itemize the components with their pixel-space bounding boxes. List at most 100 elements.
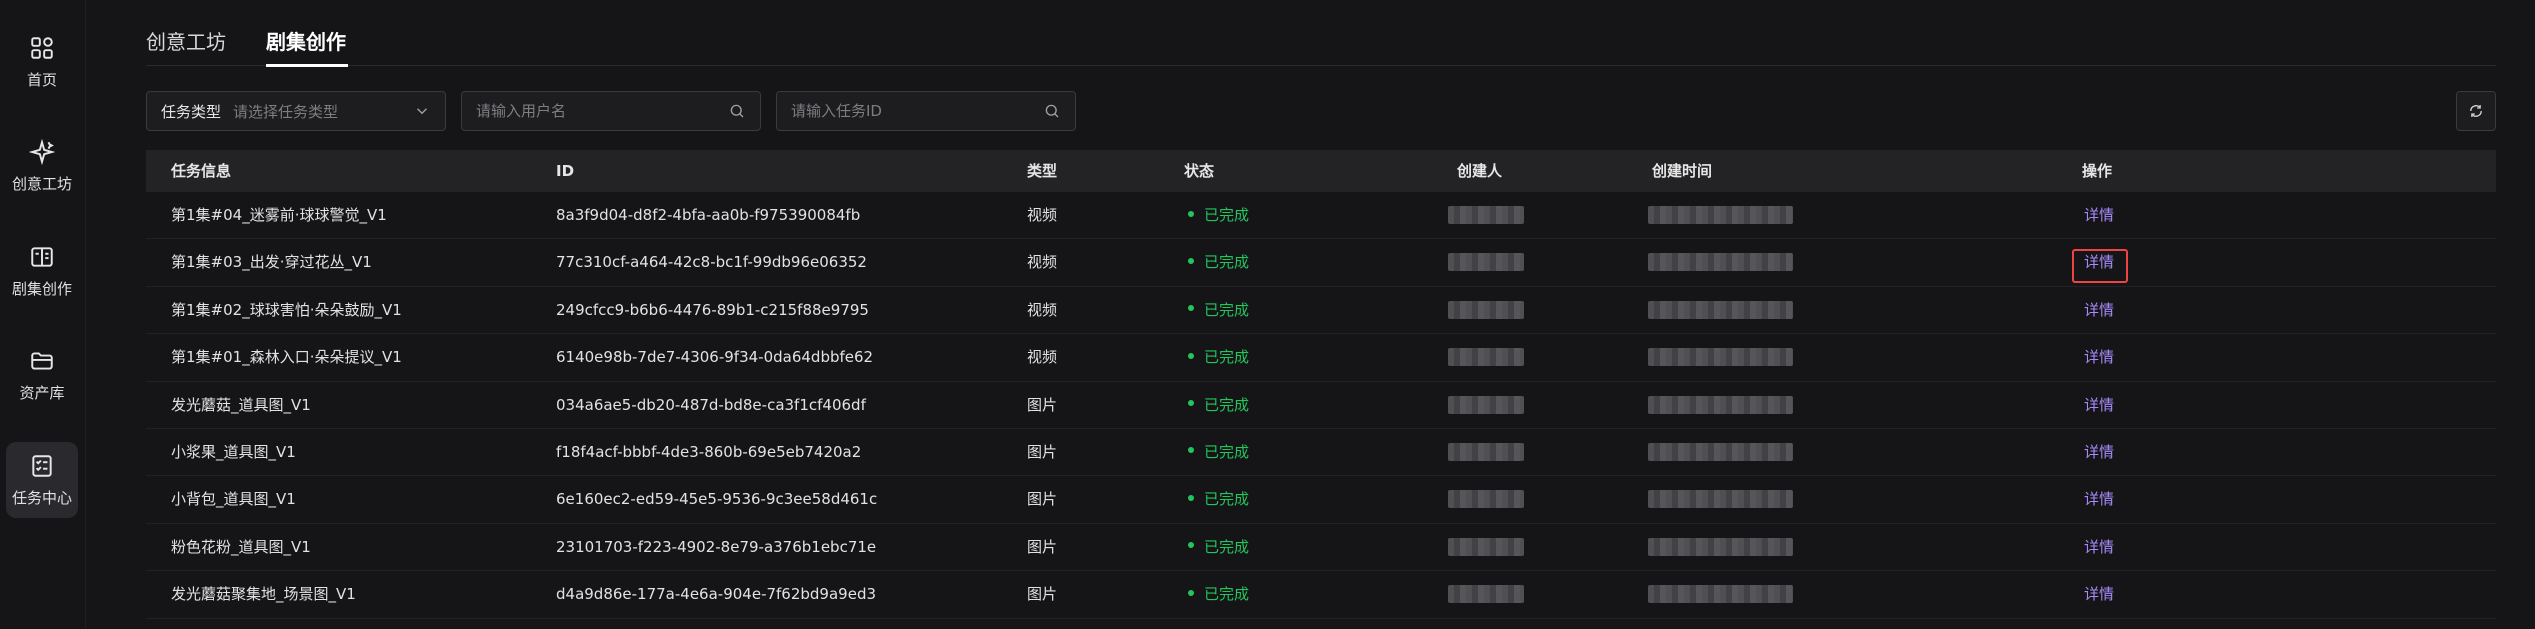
username-input[interactable] [476, 102, 728, 120]
status-text: 已完成 [1204, 253, 1250, 272]
status-text: 已完成 [1204, 206, 1250, 224]
column-header-status: 状态 [1184, 162, 1215, 180]
task-id: 23101703-f223-4902-8e79-a376b1ebc71e [556, 537, 877, 556]
creator-redacted [1448, 348, 1524, 367]
status-badge: 已完成 [1188, 476, 1249, 523]
created-time-redacted [1648, 585, 1793, 604]
creator-redacted [1448, 206, 1524, 224]
detail-link[interactable]: 详情 [2084, 476, 2114, 523]
creator-redacted [1448, 300, 1524, 319]
table-row: 粉色花粉_道具图_V1 23101703-f223-4902-8e79-a376… [146, 524, 2496, 572]
task-name: 第1集#03_出发·穿过花丛_V1 [171, 253, 372, 272]
task-name: 第1集#02_球球害怕·朵朵鼓励_V1 [171, 300, 402, 319]
status-badge: 已完成 [1188, 571, 1249, 618]
status-text: 已完成 [1204, 490, 1250, 509]
status-text: 已完成 [1204, 585, 1250, 604]
active-tab-indicator [266, 64, 348, 67]
detail-link[interactable]: 详情 [2084, 287, 2114, 334]
status-dot [1188, 210, 1194, 217]
task-type: 视频 [1027, 348, 1058, 367]
creator-redacted [1448, 490, 1524, 509]
tab-bar: 创意工坊 剧集创作 [146, 0, 2496, 67]
main-content: 创意工坊 剧集创作 任务类型 请选择任务类型 任务信息 [146, 0, 2496, 629]
task-type: 视频 [1027, 206, 1058, 224]
column-header-type: 类型 [1027, 162, 1058, 180]
checklist-icon [32, 454, 52, 477]
sidebar-item-label: 首页 [26, 70, 57, 89]
table-row: 发光蘑菇聚集地_场景图_V1 d4a9d86e-177a-4e6a-904e-7… [146, 571, 2496, 619]
task-type-placeholder: 请选择任务类型 [233, 102, 339, 121]
sidebar-item-episode-creation[interactable]: 剧集创作 [6, 233, 78, 309]
status-dot [1188, 447, 1194, 454]
task-id: d4a9d86e-177a-4e6a-904e-7f62bd9a9ed3 [556, 585, 877, 604]
creator-redacted [1448, 585, 1524, 604]
task-id: 77c310cf-a464-42c8-bc1f-99db96e06352 [556, 253, 867, 272]
column-header-task-info: 任务信息 [171, 162, 232, 180]
status-badge: 已完成 [1188, 192, 1249, 239]
table-header: 任务信息 ID 类型 状态 创建人 创建时间 操作 [146, 150, 2496, 192]
column-header-actions: 操作 [2082, 162, 2113, 180]
task-id-input[interactable] [791, 102, 1043, 120]
detail-link[interactable]: 详情 [2084, 571, 2114, 618]
status-dot [1188, 542, 1194, 549]
task-id: 6140e98b-7de7-4306-9f34-0da64dbbfe62 [556, 348, 874, 367]
search-icon[interactable] [728, 102, 746, 120]
task-name: 粉色花粉_道具图_V1 [171, 537, 311, 556]
created-time-redacted [1648, 300, 1793, 319]
creator-redacted [1448, 537, 1524, 556]
detail-link[interactable]: 详情 [2084, 382, 2114, 429]
username-search-field[interactable] [461, 91, 761, 131]
book-icon [31, 246, 53, 267]
status-dot [1188, 352, 1194, 359]
table-row: 第1集#02_球球害怕·朵朵鼓励_V1 249cfcc9-b6b6-4476-8… [146, 287, 2496, 335]
task-table: 任务信息 ID 类型 状态 创建人 创建时间 操作 第1集#04_迷雾前·球球警… [146, 150, 2496, 619]
detail-link[interactable]: 详情 [2084, 239, 2114, 286]
tab-episode-creation[interactable]: 剧集创作 [266, 26, 346, 55]
sidebar: 首页 创意工坊 剧集创作 资产库 任务中心 [0, 0, 86, 629]
task-type-select[interactable]: 任务类型 请选择任务类型 [146, 91, 446, 131]
sidebar-item-creative-workshop[interactable]: 创意工坊 [6, 128, 78, 204]
status-badge: 已完成 [1188, 524, 1249, 571]
task-id-search-field[interactable] [776, 91, 1076, 131]
task-id: 6e160ec2-ed59-45e5-9536-9c3ee58d461c [556, 490, 878, 509]
column-header-created-time: 创建时间 [1652, 162, 1713, 180]
search-icon[interactable] [1043, 102, 1061, 120]
status-dot [1188, 305, 1194, 312]
status-badge: 已完成 [1188, 334, 1249, 381]
tab-creative-workshop[interactable]: 创意工坊 [146, 26, 226, 55]
created-time-redacted [1648, 442, 1793, 461]
detail-link[interactable]: 详情 [2084, 334, 2114, 381]
status-badge: 已完成 [1188, 287, 1249, 334]
sidebar-item-home[interactable]: 首页 [6, 24, 78, 100]
creator-redacted [1448, 395, 1524, 414]
detail-link[interactable]: 详情 [2084, 192, 2114, 239]
task-name: 小背包_道具图_V1 [171, 490, 296, 509]
task-name: 第1集#04_迷雾前·球球警觉_V1 [171, 206, 387, 224]
refresh-button[interactable] [2456, 91, 2496, 131]
status-dot [1188, 257, 1194, 264]
status-text: 已完成 [1204, 300, 1250, 319]
created-time-redacted [1648, 206, 1793, 224]
detail-link[interactable]: 详情 [2084, 429, 2114, 476]
task-type: 图片 [1027, 490, 1058, 509]
sidebar-item-task-center[interactable]: 任务中心 [6, 442, 78, 518]
sidebar-item-label: 资产库 [19, 383, 65, 402]
table-row: 第1集#04_迷雾前·球球警觉_V1 8a3f9d04-d8f2-4bfa-aa… [146, 192, 2496, 240]
sidebar-item-asset-library[interactable]: 资产库 [6, 337, 78, 413]
sparkle-icon [29, 138, 55, 165]
task-type: 图片 [1027, 442, 1058, 461]
created-time-redacted [1648, 253, 1793, 272]
table-row: 第1集#03_出发·穿过花丛_V1 77c310cf-a464-42c8-bc1… [146, 239, 2496, 287]
status-dot [1188, 589, 1194, 596]
detail-link[interactable]: 详情 [2084, 524, 2114, 571]
task-name: 小浆果_道具图_V1 [171, 442, 296, 461]
task-type: 视频 [1027, 300, 1058, 319]
task-id: f18f4acf-bbbf-4de3-860b-69e5eb7420a2 [556, 442, 862, 461]
created-time-redacted [1648, 490, 1793, 509]
status-badge: 已完成 [1188, 429, 1249, 476]
task-id: 249cfcc9-b6b6-4476-89b1-c215f88e9795 [556, 300, 869, 319]
sidebar-item-label: 剧集创作 [11, 279, 72, 298]
sidebar-item-label: 创意工坊 [11, 174, 72, 193]
task-id: 8a3f9d04-d8f2-4bfa-aa0b-f975390084fb [556, 206, 861, 224]
status-text: 已完成 [1204, 395, 1250, 414]
